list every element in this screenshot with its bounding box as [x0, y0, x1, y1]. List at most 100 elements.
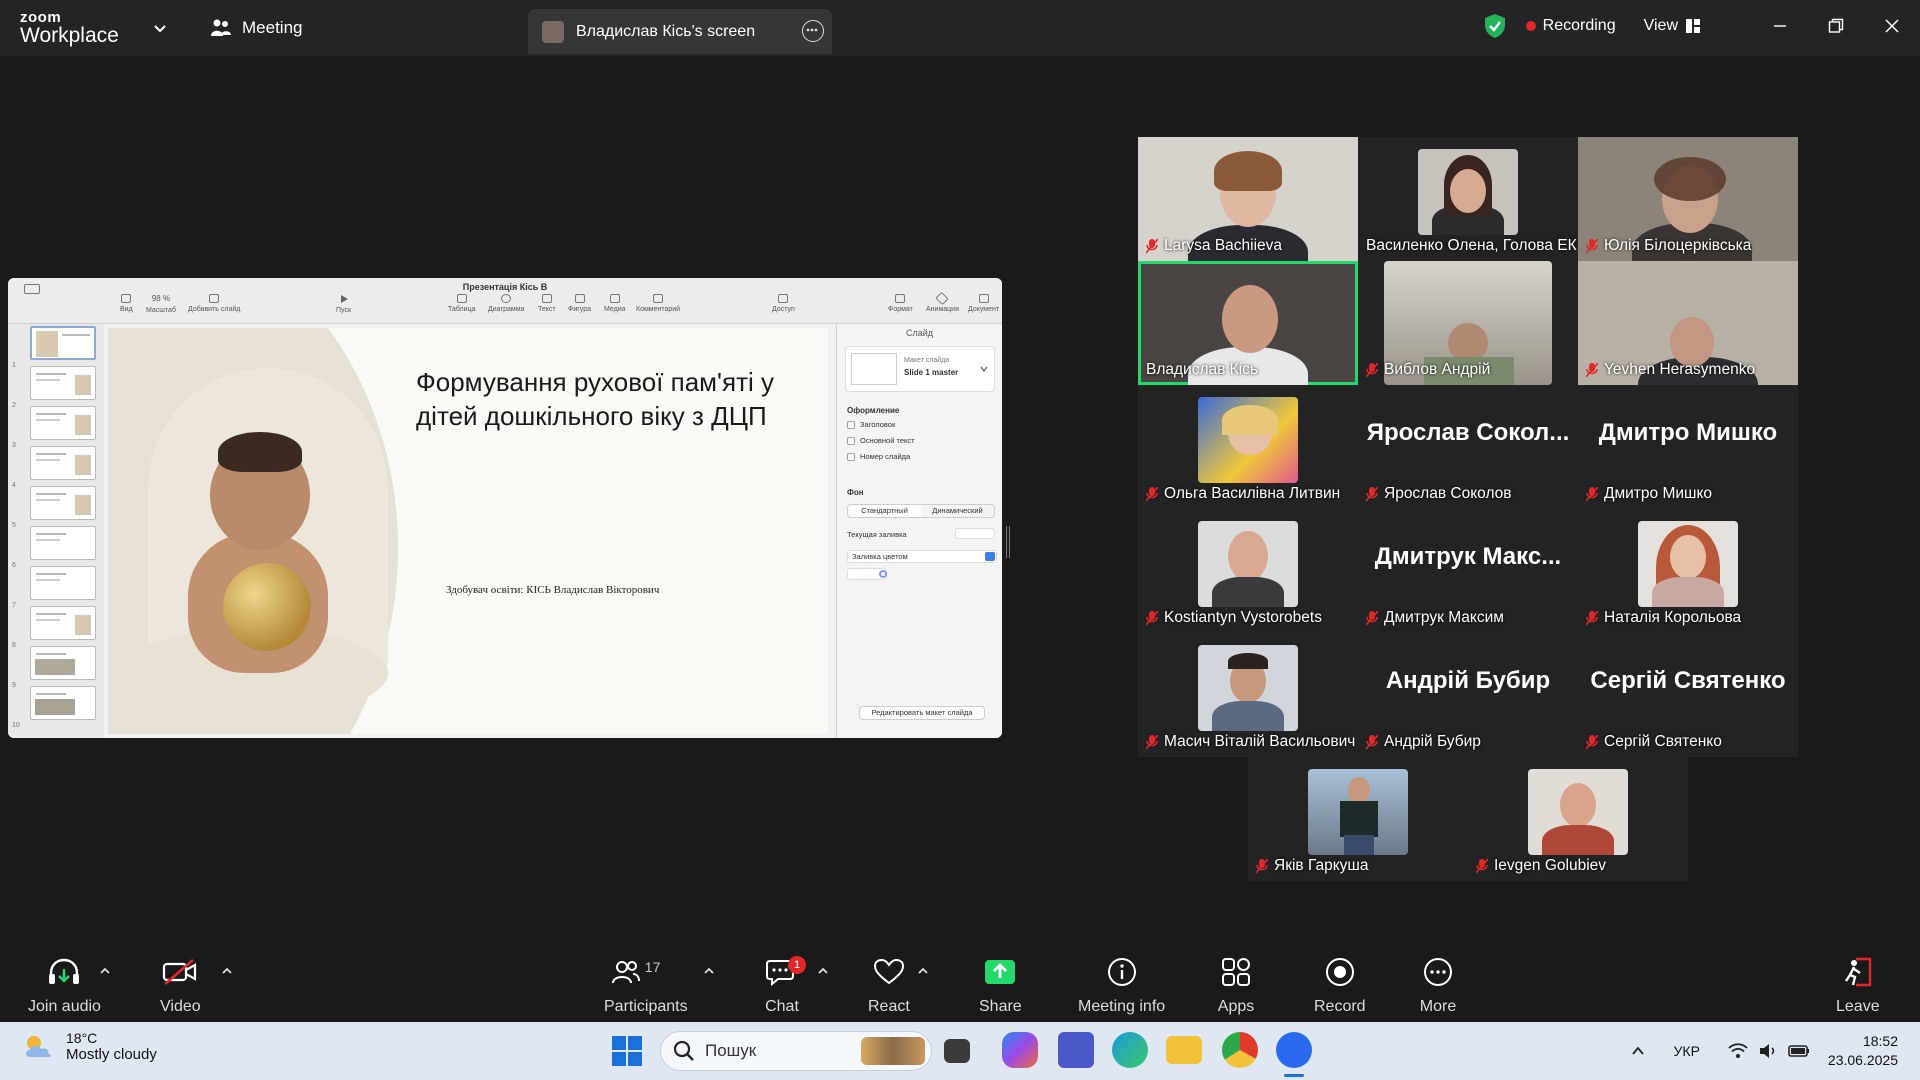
more-options-icon[interactable]	[802, 20, 824, 42]
toolbar-table[interactable]: Таблица	[448, 294, 475, 313]
slide-thumb-3[interactable]	[30, 406, 96, 440]
meeting-info-button[interactable]: Meeting info	[1078, 954, 1165, 1016]
record-button[interactable]: Record	[1314, 954, 1366, 1016]
participant-tile[interactable]: Василенко Олена, Голова ЕК	[1358, 137, 1578, 261]
minimize-button[interactable]	[1752, 0, 1808, 52]
restore-button[interactable]	[1808, 0, 1864, 52]
input-language[interactable]: УКР	[1674, 1043, 1700, 1059]
toolbar-document[interactable]: Документ	[968, 294, 999, 313]
taskbar-clock[interactable]: 18:52 23.06.2025	[1828, 1032, 1898, 1070]
toolbar-animate[interactable]: Анимация	[926, 291, 959, 313]
toolbar-share[interactable]: Доступ	[772, 294, 795, 313]
toolbar-scale[interactable]: 98 % Масштаб	[146, 294, 176, 314]
participant-tile[interactable]: Ярослав Сокол... Ярослав Соколов	[1358, 385, 1578, 509]
zoom-level: 98 %	[151, 294, 171, 303]
participant-tile[interactable]: Ольга Василівна Литвин	[1138, 385, 1358, 509]
toolbar-format[interactable]: Формат	[888, 294, 913, 313]
more-button[interactable]: More	[1418, 954, 1458, 1016]
react-button[interactable]: React	[868, 954, 910, 1016]
wifi-icon[interactable]	[1728, 1043, 1748, 1059]
toolbar-view[interactable]: Вид	[120, 294, 133, 313]
split-drag-handle[interactable]	[1006, 526, 1010, 558]
slide-master-picker[interactable]: Макет слайда Slide 1 master	[845, 346, 995, 392]
audio-options-caret-icon[interactable]	[98, 964, 112, 978]
participant-name: Ярослав Соколов	[1366, 485, 1512, 503]
meeting-info-label: Meeting info	[1078, 998, 1166, 1015]
slide-canvas[interactable]: Формування рухової пам'яті у дітей дошкі…	[108, 328, 828, 734]
slide-thumb-6[interactable]	[30, 526, 96, 560]
toolbar-add-slide[interactable]: Добавить слайд	[188, 294, 240, 313]
react-options-caret-icon[interactable]	[916, 964, 930, 978]
toolbar-comment[interactable]: Комментарий	[636, 294, 680, 313]
security-shield-icon[interactable]	[1484, 13, 1506, 39]
participant-tile[interactable]: Larysa Bachiieva	[1138, 137, 1358, 261]
toolbar-shape[interactable]: Фигура	[568, 294, 591, 313]
seg-dynamic[interactable]: Динамический	[921, 505, 994, 517]
taskbar-file-explorer-icon[interactable]	[1166, 1036, 1202, 1064]
media-icon	[609, 294, 620, 303]
video-options-caret-icon[interactable]	[220, 964, 234, 978]
participant-tile[interactable]: Ievgen Golubiev	[1468, 757, 1688, 881]
fill-type-select[interactable]: Заливка цветом	[847, 550, 997, 563]
participant-tile[interactable]: Дмитро Мишко Дмитро Мишко	[1578, 385, 1798, 509]
participants-options-caret-icon[interactable]	[702, 964, 716, 978]
taskbar-zoom-icon[interactable]	[1276, 1032, 1312, 1068]
edit-master-button[interactable]: Редактировать макет слайда	[859, 706, 985, 720]
toolbar-play[interactable]: Пуск	[336, 294, 351, 314]
participant-tile[interactable]: Kostiantyn Vystorobets	[1138, 509, 1358, 633]
participant-tile[interactable]: Виблов Андрій	[1358, 261, 1578, 385]
color-picker-icon[interactable]	[879, 570, 887, 578]
seg-standard[interactable]: Стандартный	[848, 505, 921, 517]
slide-thumb-7[interactable]	[30, 566, 96, 600]
chevron-down-icon[interactable]	[150, 18, 170, 38]
close-button[interactable]	[1864, 0, 1920, 52]
weather-widget[interactable]: 18°C Mostly cloudy	[22, 1030, 157, 1063]
meeting-tab[interactable]: Meeting	[210, 18, 302, 38]
taskbar-search[interactable]: Пошук	[660, 1031, 932, 1071]
title-checkbox[interactable]: Заголовок	[847, 420, 895, 429]
participant-tile[interactable]: Дмитрук Макс... Дмитрук Максим	[1358, 509, 1578, 633]
taskbar-task-view-icon[interactable]	[944, 1039, 970, 1063]
taskbar-edge-icon[interactable]	[1112, 1032, 1148, 1068]
view-button[interactable]: View	[1644, 17, 1700, 35]
toolbar-text[interactable]: Текст	[538, 294, 556, 313]
slide-thumb-5[interactable]	[30, 486, 96, 520]
slide-thumb-2[interactable]	[30, 366, 96, 400]
battery-icon[interactable]	[1788, 1043, 1810, 1059]
taskbar-teams-icon[interactable]	[1058, 1032, 1094, 1068]
shared-screen[interactable]: Презентація Кісь В Вид 98 % Масштаб Добав…	[8, 278, 1002, 738]
taskbar-chrome-icon[interactable]	[1222, 1032, 1258, 1068]
participant-tile[interactable]: Наталія Корольова	[1578, 509, 1798, 633]
video-button[interactable]: Video	[160, 954, 201, 1016]
participant-tile[interactable]: Сергій Святенко Сергій Святенко	[1578, 633, 1798, 757]
participant-tile[interactable]: Яків Гаркуша	[1248, 757, 1468, 881]
keynote-toolbar: Презентація Кісь В Вид 98 % Масштаб Добав…	[8, 278, 1002, 324]
slide-thumb-9[interactable]	[30, 646, 96, 680]
slide-number-checkbox[interactable]: Номер слайда	[847, 452, 910, 461]
participant-tile[interactable]: Масич Віталій Васильович	[1138, 633, 1358, 757]
screen-share-tab[interactable]: Владислав Кісь's screen	[528, 9, 832, 54]
slide-thumb-10[interactable]	[30, 686, 96, 720]
slide-thumb-8[interactable]	[30, 606, 96, 640]
recording-indicator[interactable]: Recording	[1525, 17, 1616, 35]
slide-thumb-1[interactable]	[30, 326, 96, 360]
windows-start-icon[interactable]	[612, 1036, 642, 1066]
participant-tile[interactable]: Юлія Білоцерківська	[1578, 137, 1798, 261]
volume-icon[interactable]	[1758, 1043, 1778, 1059]
leave-button[interactable]: Leave	[1836, 954, 1880, 1016]
join-audio-button[interactable]: Join audio	[28, 954, 101, 1016]
participants-button[interactable]: 17 Participants	[604, 954, 688, 1016]
apps-button[interactable]: Apps	[1216, 954, 1256, 1016]
chevron-up-icon[interactable]	[1630, 1043, 1646, 1059]
slide-thumb-4[interactable]	[30, 446, 96, 480]
chat-options-caret-icon[interactable]	[816, 964, 830, 978]
taskbar-copilot-icon[interactable]	[1002, 1032, 1038, 1068]
toolbar-media[interactable]: Медиа	[604, 294, 626, 313]
participant-tile[interactable]: Андрій Бубир Андрій Бубир	[1358, 633, 1578, 757]
body-checkbox[interactable]: Основной текст	[847, 436, 915, 445]
participant-tile[interactable]: Yevhen Herasymenko	[1578, 261, 1798, 385]
share-button[interactable]: Share	[979, 954, 1022, 1016]
participant-tile-active-speaker[interactable]: Владислав Кісь	[1138, 261, 1358, 385]
current-fill-swatch[interactable]	[955, 528, 995, 539]
toolbar-chart[interactable]: Диаграмма	[488, 294, 524, 313]
